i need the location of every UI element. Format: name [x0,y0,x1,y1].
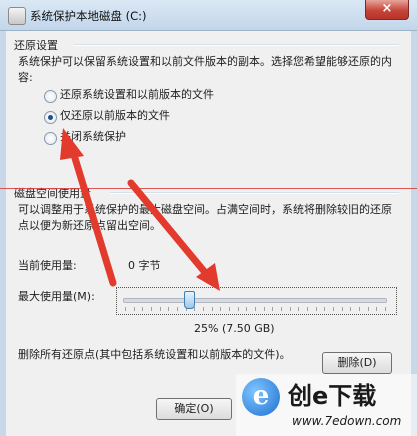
close-button[interactable]: × [365,0,409,20]
radio-label[interactable]: 仅还原以前版本的文件 [60,108,170,124]
slider-tick [298,307,300,311]
current-usage-label: 当前使用量: [18,259,77,272]
current-usage-value: 0 字节 [128,259,161,272]
group-divider [110,192,399,194]
slider-tick [385,307,386,311]
ok-button[interactable]: 确定(O) [156,398,232,420]
delete-button[interactable]: 删除(D) [322,352,392,374]
annotation-line [0,188,417,189]
radio-button[interactable] [44,111,57,124]
max-usage-slider[interactable] [116,287,397,315]
title-bar: 系统保护本地磁盘 (C:) × [0,0,417,31]
radio-label[interactable]: 还原系统设置和以前版本的文件 [60,87,214,103]
slider-tick [125,307,126,311]
slider-readout: 25% (7.50 GB) [194,322,275,335]
radio-label[interactable]: 关闭系统保护 [60,129,126,145]
slider-ticks [125,307,386,311]
group-divider [74,44,399,46]
window-title: 系统保护本地磁盘 (C:) [30,9,147,23]
slider-tick [350,307,352,311]
watermark-url: www.7edown.com [292,414,402,428]
max-usage-label: 最大使用量(M): [18,290,95,303]
slider-tick [367,307,369,311]
radio-button[interactable] [44,132,57,145]
slider-tick [315,307,317,311]
slider-tick [194,307,196,311]
slider-tick [246,307,248,311]
delete-description: 删除所有还原点(其中包括系统设置和以前版本的文件)。 [18,348,291,361]
slider-tick [177,307,178,311]
slider-tick [255,307,256,311]
restore-description: 系统保护可以保留系统设置和以前文件版本的副本。选择您希望能够还原的内容: [18,55,392,84]
slider-tick [263,307,265,311]
slider-tick [324,307,326,311]
slider-tick [333,307,334,311]
slider-tick [229,307,230,311]
restore-settings-title: 还原设置 [14,39,58,52]
radio-button[interactable] [44,90,57,103]
slider-tick [151,307,152,311]
system-protection-icon [8,7,26,25]
slider-tick [376,307,378,311]
close-icon: × [381,1,393,16]
watermark: e 创e下载 www.7edown.com [236,374,417,436]
slider-tick [159,307,161,311]
watermark-logo-icon: e [242,378,280,416]
slider-tick [237,307,239,311]
slider-tick [220,307,222,311]
slider-thumb[interactable] [183,291,195,309]
slider-track [123,298,387,303]
slider-tick [211,307,213,311]
slider-tick [203,307,204,311]
disk-description: 可以调整用于系统保护的最大磁盘空间。占满空间时，系统将删除较旧的还原点以便为新还… [18,203,392,232]
slider-tick [307,307,308,311]
slider-tick [359,307,360,311]
slider-tick [168,307,170,311]
slider-tick [142,307,144,311]
slider-tick [289,307,291,311]
watermark-title: 创e下载 [288,382,377,410]
slider-tick [281,307,282,311]
slider-tick [341,307,343,311]
slider-tick [272,307,274,311]
slider-tick [133,307,135,311]
